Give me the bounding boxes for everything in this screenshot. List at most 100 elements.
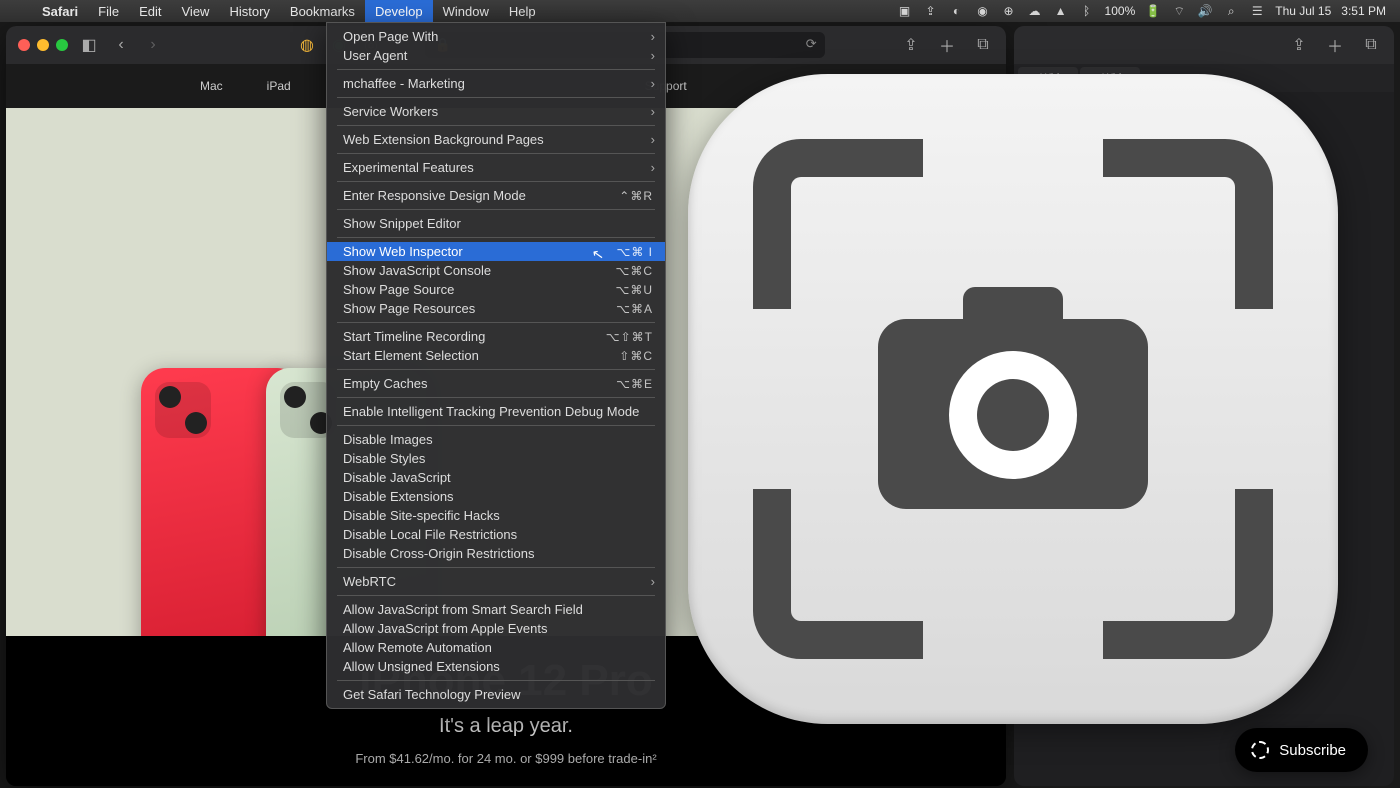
volume-icon[interactable]: 🔊: [1197, 3, 1213, 19]
menu-help[interactable]: Help: [499, 0, 546, 22]
shortcut-label: ⌥⌘C: [616, 264, 654, 278]
spotlight-icon[interactable]: ⌕: [1223, 3, 1239, 19]
chevron-right-icon: ›: [651, 48, 655, 63]
chevron-right-icon: ›: [651, 132, 655, 147]
reload-icon[interactable]: ⟳: [806, 36, 817, 52]
menubar-time[interactable]: 3:51 PM: [1341, 4, 1386, 18]
menu-item-label: Disable Extensions: [343, 489, 454, 504]
menu-edit[interactable]: Edit: [129, 0, 171, 22]
menu-file[interactable]: File: [88, 0, 129, 22]
nav-mac[interactable]: Mac: [200, 79, 223, 93]
menu-item[interactable]: Disable Extensions: [327, 487, 665, 506]
shortcut-label: ⌥⌘ I: [617, 245, 654, 259]
menu-item-label: Allow JavaScript from Apple Events: [343, 621, 547, 636]
menu-item-label: mchaffee - Marketing: [343, 76, 465, 91]
menu-item[interactable]: Experimental Features›: [327, 158, 665, 177]
menu-separator: [337, 397, 655, 398]
menu-item[interactable]: Disable Styles: [327, 449, 665, 468]
menu-item-label: Start Timeline Recording: [343, 329, 485, 344]
menu-item[interactable]: mchaffee - Marketing›: [327, 74, 665, 93]
menu-item[interactable]: Web Extension Background Pages ›: [327, 130, 665, 149]
menu-window[interactable]: Window: [433, 0, 499, 22]
menu-item[interactable]: Open Page With›: [327, 27, 665, 46]
settings-ring-icon: [1251, 741, 1269, 759]
menu-item[interactable]: Show Page Source⌥⌘U: [327, 280, 665, 299]
back-button[interactable]: ‹: [110, 34, 132, 56]
bluetooth-icon[interactable]: ᛒ: [1079, 3, 1095, 19]
menu-item[interactable]: Enter Responsive Design Mode⌃⌘R: [327, 186, 665, 205]
app-name[interactable]: Safari: [32, 4, 88, 19]
tray-icon[interactable]: ⊕: [1001, 3, 1017, 19]
menu-item[interactable]: Service Workers›: [327, 102, 665, 121]
menu-item-label: Service Workers: [343, 104, 438, 119]
subscribe-label: Subscribe: [1279, 742, 1346, 759]
close-button[interactable]: [18, 39, 30, 51]
tabs-icon[interactable]: ⧉: [1360, 34, 1382, 56]
menu-bookmarks[interactable]: Bookmarks: [280, 0, 365, 22]
menu-view[interactable]: View: [172, 0, 220, 22]
battery-icon[interactable]: 🔋: [1145, 3, 1161, 19]
menu-item[interactable]: Disable JavaScript: [327, 468, 665, 487]
forward-button[interactable]: ›: [142, 34, 164, 56]
tray-icon[interactable]: ▣: [897, 3, 913, 19]
menu-item[interactable]: Start Element Selection⇧⌘C: [327, 346, 665, 365]
menu-item-label: Show Page Resources: [343, 301, 475, 316]
minimize-button[interactable]: [37, 39, 49, 51]
cloud-icon[interactable]: ☁: [1027, 3, 1043, 19]
menubar-tray: ▣ ⇪ ◐ ◉ ⊕ ☁ ▲ ᛒ 100% 🔋 ⌔ 🔊 ⌕ ☰ Thu Jul 1…: [897, 3, 1400, 19]
battery-text: 100%: [1105, 4, 1136, 18]
menu-item-label: Allow JavaScript from Smart Search Field: [343, 602, 583, 617]
menu-item[interactable]: Empty Caches ⌥⌘E: [327, 374, 665, 393]
maximize-button[interactable]: [56, 39, 68, 51]
dropbox-icon[interactable]: ⇪: [923, 3, 939, 19]
share-icon[interactable]: ⇪: [900, 34, 922, 56]
new-tab-icon[interactable]: ＋: [1324, 34, 1346, 56]
menu-item[interactable]: WebRTC ›: [327, 572, 665, 591]
menu-item[interactable]: Allow JavaScript from Apple Events: [327, 619, 665, 638]
tabs-icon[interactable]: ⧉: [972, 34, 994, 56]
menu-item[interactable]: Disable Site-specific Hacks: [327, 506, 665, 525]
menu-item-label: Enter Responsive Design Mode: [343, 188, 526, 203]
menu-item[interactable]: Show JavaScript Console⌥⌘C: [327, 261, 665, 280]
shortcut-label: ⌥⌘E: [616, 377, 653, 391]
menu-item[interactable]: Allow Unsigned Extensions: [327, 657, 665, 676]
menu-item[interactable]: Disable Cross-Origin Restrictions: [327, 544, 665, 563]
menu-item-label: Get Safari Technology Preview: [343, 687, 521, 702]
menu-item[interactable]: Enable Intelligent Tracking Prevention D…: [327, 402, 665, 421]
menu-item[interactable]: Allow Remote Automation: [327, 638, 665, 657]
menu-history[interactable]: History: [219, 0, 279, 22]
tray-icon[interactable]: ▲: [1053, 3, 1069, 19]
subscribe-button[interactable]: Subscribe: [1235, 728, 1368, 772]
menu-item[interactable]: Disable Images: [327, 430, 665, 449]
tray-icon[interactable]: ◐: [949, 3, 965, 19]
chevron-right-icon: ›: [651, 574, 655, 589]
macos-menubar: Safari File Edit View History Bookmarks …: [0, 0, 1400, 22]
menu-item[interactable]: Show Page Resources⌥⌘A: [327, 299, 665, 318]
menu-item-label: Disable JavaScript: [343, 470, 451, 485]
menu-separator: [337, 153, 655, 154]
menu-item[interactable]: Show Snippet Editor: [327, 214, 665, 233]
sidebar-icon[interactable]: ◧: [78, 34, 100, 56]
menu-item-label: Empty Caches: [343, 376, 428, 391]
menu-item-label: Web Extension Background Pages: [343, 132, 544, 147]
menu-item-label: WebRTC: [343, 574, 396, 589]
chevron-right-icon: ›: [651, 160, 655, 175]
menu-item[interactable]: Disable Local File Restrictions: [327, 525, 665, 544]
nav-ipad[interactable]: iPad: [267, 79, 291, 93]
wifi-icon[interactable]: ⌔: [1171, 3, 1187, 19]
tray-icon[interactable]: ◉: [975, 3, 991, 19]
menu-item[interactable]: Get Safari Technology Preview: [327, 685, 665, 704]
share-icon[interactable]: ⇪: [1288, 34, 1310, 56]
menu-develop[interactable]: Develop: [365, 0, 433, 22]
extension-icon[interactable]: ◍: [296, 34, 318, 56]
viewfinder-corner: [1103, 139, 1273, 309]
control-center-icon[interactable]: ☰: [1249, 3, 1265, 19]
menu-item[interactable]: Start Timeline Recording⌥⇧⌘T: [327, 327, 665, 346]
menu-item-label: Disable Images: [343, 432, 433, 447]
new-tab-icon[interactable]: ＋: [936, 34, 958, 56]
menubar-date[interactable]: Thu Jul 15: [1275, 4, 1331, 18]
menu-item[interactable]: Allow JavaScript from Smart Search Field: [327, 600, 665, 619]
menu-item[interactable]: User Agent›: [327, 46, 665, 65]
menu-item[interactable]: Show Web Inspector⌥⌘ I: [327, 242, 665, 261]
menu-separator: [337, 567, 655, 568]
